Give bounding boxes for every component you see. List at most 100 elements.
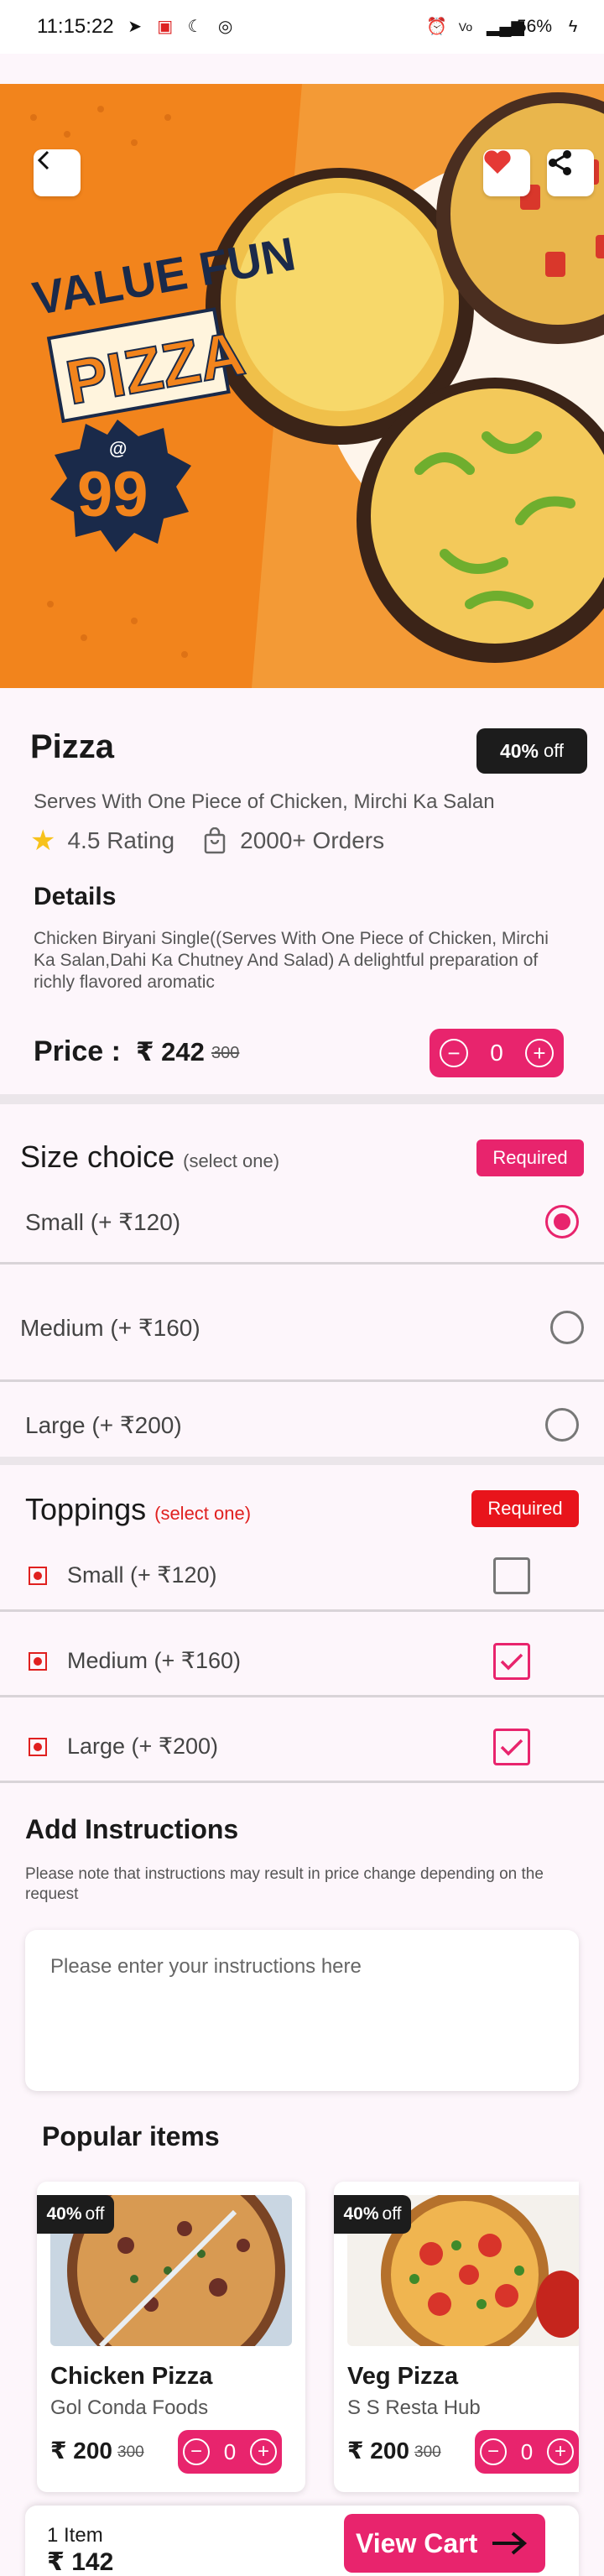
card-quantity-value: 0 [223, 2438, 237, 2464]
card-item-name: Veg Pizza [347, 2363, 459, 2390]
card-discount-value: 40% [46, 2204, 82, 2224]
card-discount-suffix: off [85, 2204, 105, 2224]
nonveg-indicator-icon [29, 1567, 47, 1585]
size-option-large[interactable]: Large (+ ₹200) [25, 1411, 182, 1439]
section-divider [0, 1457, 604, 1465]
option-divider [0, 1262, 604, 1265]
toppings-heading: Toppings (select one) [25, 1492, 251, 1527]
shopping-bag-icon [204, 827, 226, 854]
charging-icon: ϟ [568, 18, 578, 36]
heart-icon [484, 150, 511, 174]
topping-option-large[interactable]: Large (+ ₹200) [67, 1734, 218, 1760]
toppings-subtitle: (select one) [154, 1503, 252, 1524]
plus-button[interactable]: + [524, 1039, 554, 1067]
rating-text: 4.5 Rating [67, 827, 175, 853]
plus-button[interactable]: + [547, 2438, 574, 2465]
size-small-radio[interactable] [545, 1205, 579, 1238]
instructions-heading: Add Instructions [25, 1814, 239, 1844]
topping-medium-checkbox[interactable] [493, 1643, 530, 1680]
popular-item-card[interactable]: 40% off Veg Pizza S S Resta Hub ₹ 200 30… [334, 2182, 579, 2492]
price-original: 300 [211, 1044, 240, 1062]
price-current: ₹ 242 [136, 1037, 205, 1066]
size-large-radio[interactable] [545, 1408, 579, 1442]
discount-suffix: off [543, 740, 565, 761]
minus-button[interactable]: − [480, 2438, 507, 2465]
card-quantity-stepper: − 0 + [475, 2430, 579, 2474]
size-medium-radio[interactable] [550, 1311, 584, 1344]
cart-item-count: 1 Item [47, 2524, 103, 2547]
card-discount-suffix: off [382, 2204, 402, 2224]
popular-items-heading: Popular items [42, 2121, 220, 2151]
card-price: ₹ 200 [50, 2438, 112, 2464]
card-old-price: 300 [414, 2443, 441, 2461]
arrow-right-icon [492, 2532, 528, 2555]
card-discount-badge: 40% off [334, 2195, 411, 2234]
toppings-required-badge: Required [471, 1490, 579, 1527]
app-notification-icon: ▣ [157, 18, 174, 36]
option-divider [0, 1379, 604, 1382]
hero-banner: VALUE FUN PIZZA @ 99 [0, 84, 604, 688]
option-divider [0, 1609, 604, 1612]
card-discount-badge: 40% off [37, 2195, 114, 2234]
size-required-badge: Required [476, 1139, 584, 1176]
popular-item-card[interactable]: 40% off Chicken Pizza Gol Conda Foods ₹ … [37, 2182, 305, 2492]
instructions-input[interactable] [25, 1930, 579, 2091]
status-time: 11:15:22 [37, 15, 114, 38]
nonveg-indicator-icon [29, 1652, 47, 1671]
minus-button[interactable]: − [440, 1039, 468, 1067]
rating-orders-row: ★ 4.5 Rating 2000+ Orders [30, 824, 384, 858]
card-discount-value: 40% [343, 2204, 379, 2224]
size-choice-subtitle: (select one) [183, 1150, 280, 1171]
topping-option-small[interactable]: Small (+ ₹120) [67, 1562, 217, 1588]
card-quantity-value: 0 [520, 2438, 534, 2464]
toppings-title: Toppings [25, 1492, 147, 1526]
size-option-medium[interactable]: Medium (+ ₹160) [20, 1314, 200, 1342]
chevron-left-icon [37, 150, 49, 170]
product-serves: Serves With One Piece of Chicken, Mirchi… [34, 790, 495, 813]
option-divider [0, 1781, 604, 1783]
target-icon: ◎ [217, 18, 233, 36]
moon-icon: ☾ [187, 18, 203, 36]
star-icon: ★ [30, 825, 56, 857]
view-cart-button[interactable]: View Cart [344, 2514, 545, 2573]
telegram-icon: ➤ [128, 18, 143, 36]
back-button[interactable] [34, 149, 81, 196]
checkmark-icon [500, 1653, 523, 1671]
plus-button[interactable]: + [250, 2438, 277, 2465]
status-bar: 11:15:22 ➤ ▣ ☾ ◎ ⏰ Vo ▂▄▆ 56% ϟ [0, 0, 604, 54]
orders-text: 2000+ Orders [240, 827, 385, 853]
volte-icon: Vo [458, 20, 473, 34]
view-cart-label: View Cart [356, 2527, 478, 2558]
size-option-small[interactable]: Small (+ ₹120) [25, 1208, 180, 1236]
favorite-button[interactable] [483, 149, 530, 196]
battery-level: 56% [516, 17, 552, 36]
quantity-stepper: − 0 + [430, 1029, 564, 1077]
quantity-value: 0 [490, 1040, 503, 1066]
topping-option-medium[interactable]: Medium (+ ₹160) [67, 1648, 241, 1674]
share-button[interactable] [547, 149, 594, 196]
banner-at: @ [109, 438, 127, 459]
topping-small-checkbox[interactable] [493, 1557, 530, 1594]
card-item-name: Chicken Pizza [50, 2363, 213, 2390]
discount-value: 40% [499, 739, 539, 762]
section-divider [0, 1094, 604, 1104]
product-title: Pizza [30, 728, 115, 765]
size-choice-heading: Size choice (select one) [20, 1139, 279, 1175]
checkmark-icon [500, 1739, 523, 1756]
banner-price: 99 [77, 459, 148, 530]
instructions-note: Please note that instructions may result… [25, 1865, 544, 1903]
card-price: ₹ 200 [347, 2438, 409, 2464]
discount-badge: 40% off [476, 728, 587, 774]
signal-icon: ▂▄▆ [486, 18, 524, 36]
topping-large-checkbox[interactable] [493, 1729, 530, 1765]
nonveg-indicator-icon [29, 1738, 47, 1756]
card-old-price: 300 [117, 2443, 144, 2461]
card-quantity-stepper: − 0 + [178, 2430, 282, 2474]
card-shop-name: S S Resta Hub [347, 2396, 481, 2419]
option-divider [0, 1695, 604, 1697]
minus-button[interactable]: − [183, 2438, 210, 2465]
details-heading: Details [34, 883, 117, 910]
cart-total: ₹ 142 [47, 2548, 114, 2576]
status-left: 11:15:22 ➤ ▣ ☾ ◎ [37, 15, 235, 39]
details-text: Chicken Biryani Single((Serves With One … [34, 929, 549, 992]
